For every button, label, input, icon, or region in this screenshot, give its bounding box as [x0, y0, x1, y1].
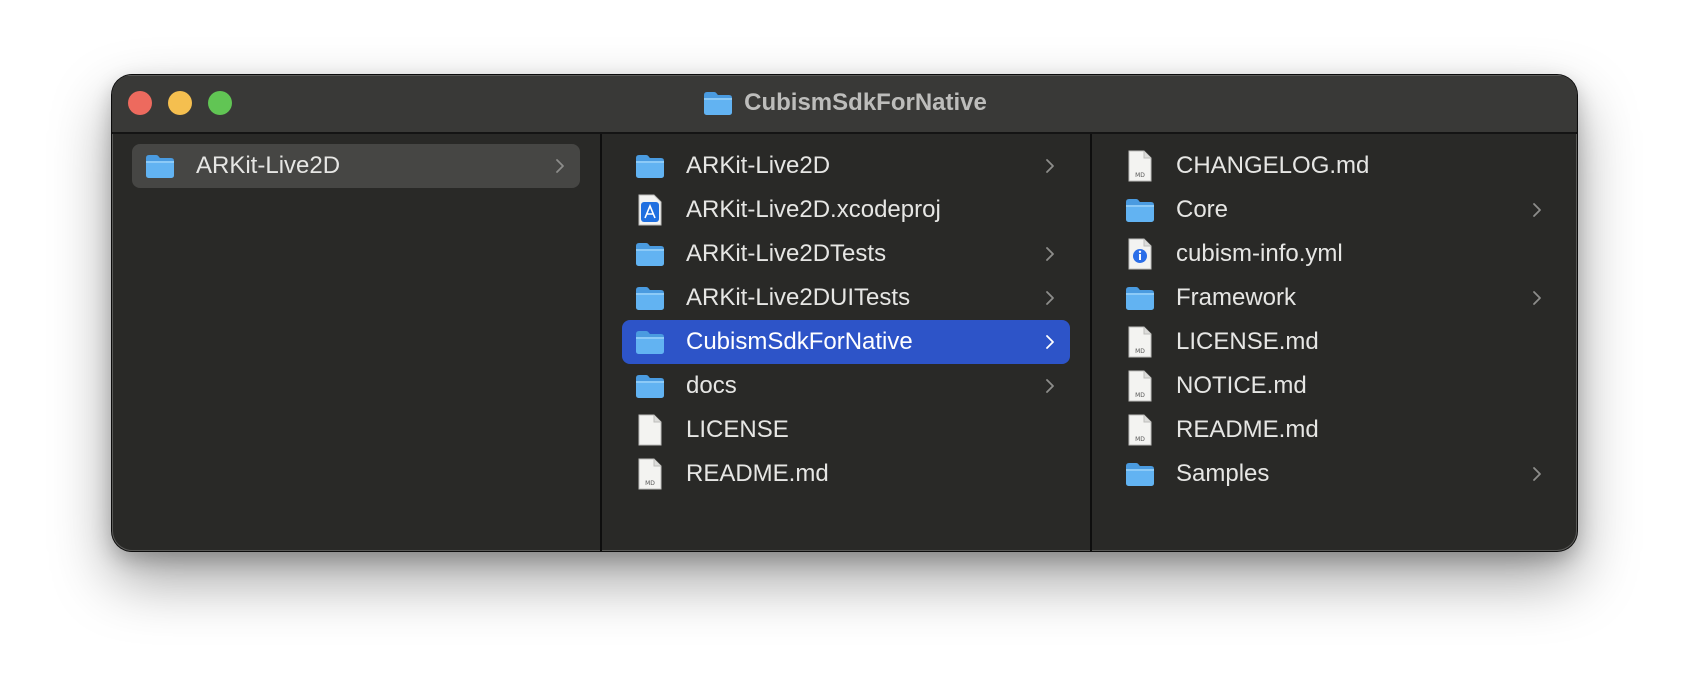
doc-badge-text: MD [645, 480, 655, 487]
column-3[interactable]: MD CHANGELOG.md Core cubism-info.yml Framewo… [1092, 134, 1577, 551]
column-browser: ARKit-Live2D ARKit-Live2D ARKit-Live2D.xc… [112, 134, 1577, 551]
column-1[interactable]: ARKit-Live2D [112, 134, 600, 551]
file-row[interactable]: ARKit-Live2D [132, 144, 580, 188]
file-row-label: NOTICE.md [1176, 372, 1307, 399]
file-row[interactable]: cubism-info.yml [1112, 232, 1557, 276]
file-row-label: ARKit-Live2D [686, 152, 831, 179]
chevron-right-icon [1527, 290, 1547, 306]
file-row[interactable]: ARKit-Live2DTests [622, 232, 1070, 276]
markdown-document-icon: MD [1124, 150, 1156, 182]
folder-icon [634, 150, 666, 182]
folder-icon [634, 370, 666, 402]
file-row-label: CubismSdkForNative [686, 328, 913, 355]
window-title: CubismSdkForNative [112, 89, 1577, 117]
file-row-label: Core [1176, 196, 1229, 223]
file-row-label: LICENSE.md [1176, 328, 1319, 355]
file-row[interactable]: MD CHANGELOG.md [1112, 144, 1557, 188]
folder-icon [634, 326, 666, 358]
info-document-icon [1124, 238, 1156, 270]
chevron-right-icon [1040, 290, 1060, 306]
title-bar[interactable]: CubismSdkForNative [112, 75, 1577, 134]
file-row[interactable]: ARKit-Live2DUITests [622, 276, 1070, 320]
file-row-label: ARKit-Live2DUITests [686, 284, 911, 311]
markdown-document-icon: MD [1124, 414, 1156, 446]
file-row-label: Framework [1176, 284, 1297, 311]
file-row[interactable]: MD README.md [1112, 408, 1557, 452]
chevron-right-icon [550, 158, 570, 174]
folder-icon [634, 238, 666, 270]
doc-badge-text: MD [1135, 436, 1145, 443]
file-row[interactable]: ARKit-Live2D.xcodeproj [622, 188, 1070, 232]
markdown-document-icon: MD [1124, 370, 1156, 402]
finder-window: CubismSdkForNative ARKit-Live2D ARKit-Li… [112, 75, 1577, 551]
markdown-document-icon: MD [634, 458, 666, 490]
doc-badge-text: MD [1135, 348, 1145, 355]
folder-icon [1124, 194, 1156, 226]
folder-icon [1124, 282, 1156, 314]
file-row[interactable]: MD NOTICE.md [1112, 364, 1557, 408]
window-title-label: CubismSdkForNative [744, 89, 987, 116]
folder-icon [702, 90, 734, 116]
file-row[interactable]: ARKit-Live2D [622, 144, 1070, 188]
file-row[interactable]: docs [622, 364, 1070, 408]
chevron-right-icon [1040, 334, 1060, 350]
markdown-document-icon: MD [1124, 326, 1156, 358]
file-row-label: LICENSE [686, 416, 789, 443]
file-row-label: ARKit-Live2D.xcodeproj [686, 196, 941, 223]
blank-document-icon [634, 414, 666, 446]
folder-icon [144, 150, 176, 182]
file-row-label: docs [686, 372, 737, 399]
chevron-right-icon [1527, 202, 1547, 218]
xcodeproj-icon [634, 194, 666, 226]
folder-icon [1124, 458, 1156, 490]
file-row-label: Samples [1176, 460, 1270, 487]
file-row-label: ARKit-Live2D [196, 152, 341, 179]
file-row[interactable]: CubismSdkForNative [622, 320, 1070, 364]
file-row[interactable]: MD LICENSE.md [1112, 320, 1557, 364]
file-row[interactable]: LICENSE [622, 408, 1070, 452]
file-row-label: README.md [686, 460, 829, 487]
chevron-right-icon [1040, 158, 1060, 174]
file-row-label: README.md [1176, 416, 1319, 443]
file-row[interactable]: Samples [1112, 452, 1557, 496]
chevron-right-icon [1040, 378, 1060, 394]
file-row[interactable]: Core [1112, 188, 1557, 232]
chevron-right-icon [1527, 466, 1547, 482]
folder-icon [634, 282, 666, 314]
file-row-label: cubism-info.yml [1176, 240, 1343, 267]
chevron-right-icon [1040, 246, 1060, 262]
file-row-label: ARKit-Live2DTests [686, 240, 887, 267]
doc-badge-text: MD [1135, 392, 1145, 399]
file-row-label: CHANGELOG.md [1176, 152, 1370, 179]
file-row[interactable]: Framework [1112, 276, 1557, 320]
doc-badge-text: MD [1135, 172, 1145, 179]
column-2[interactable]: ARKit-Live2D ARKit-Live2D.xcodeproj ARKit-… [602, 134, 1090, 551]
file-row[interactable]: MD README.md [622, 452, 1070, 496]
